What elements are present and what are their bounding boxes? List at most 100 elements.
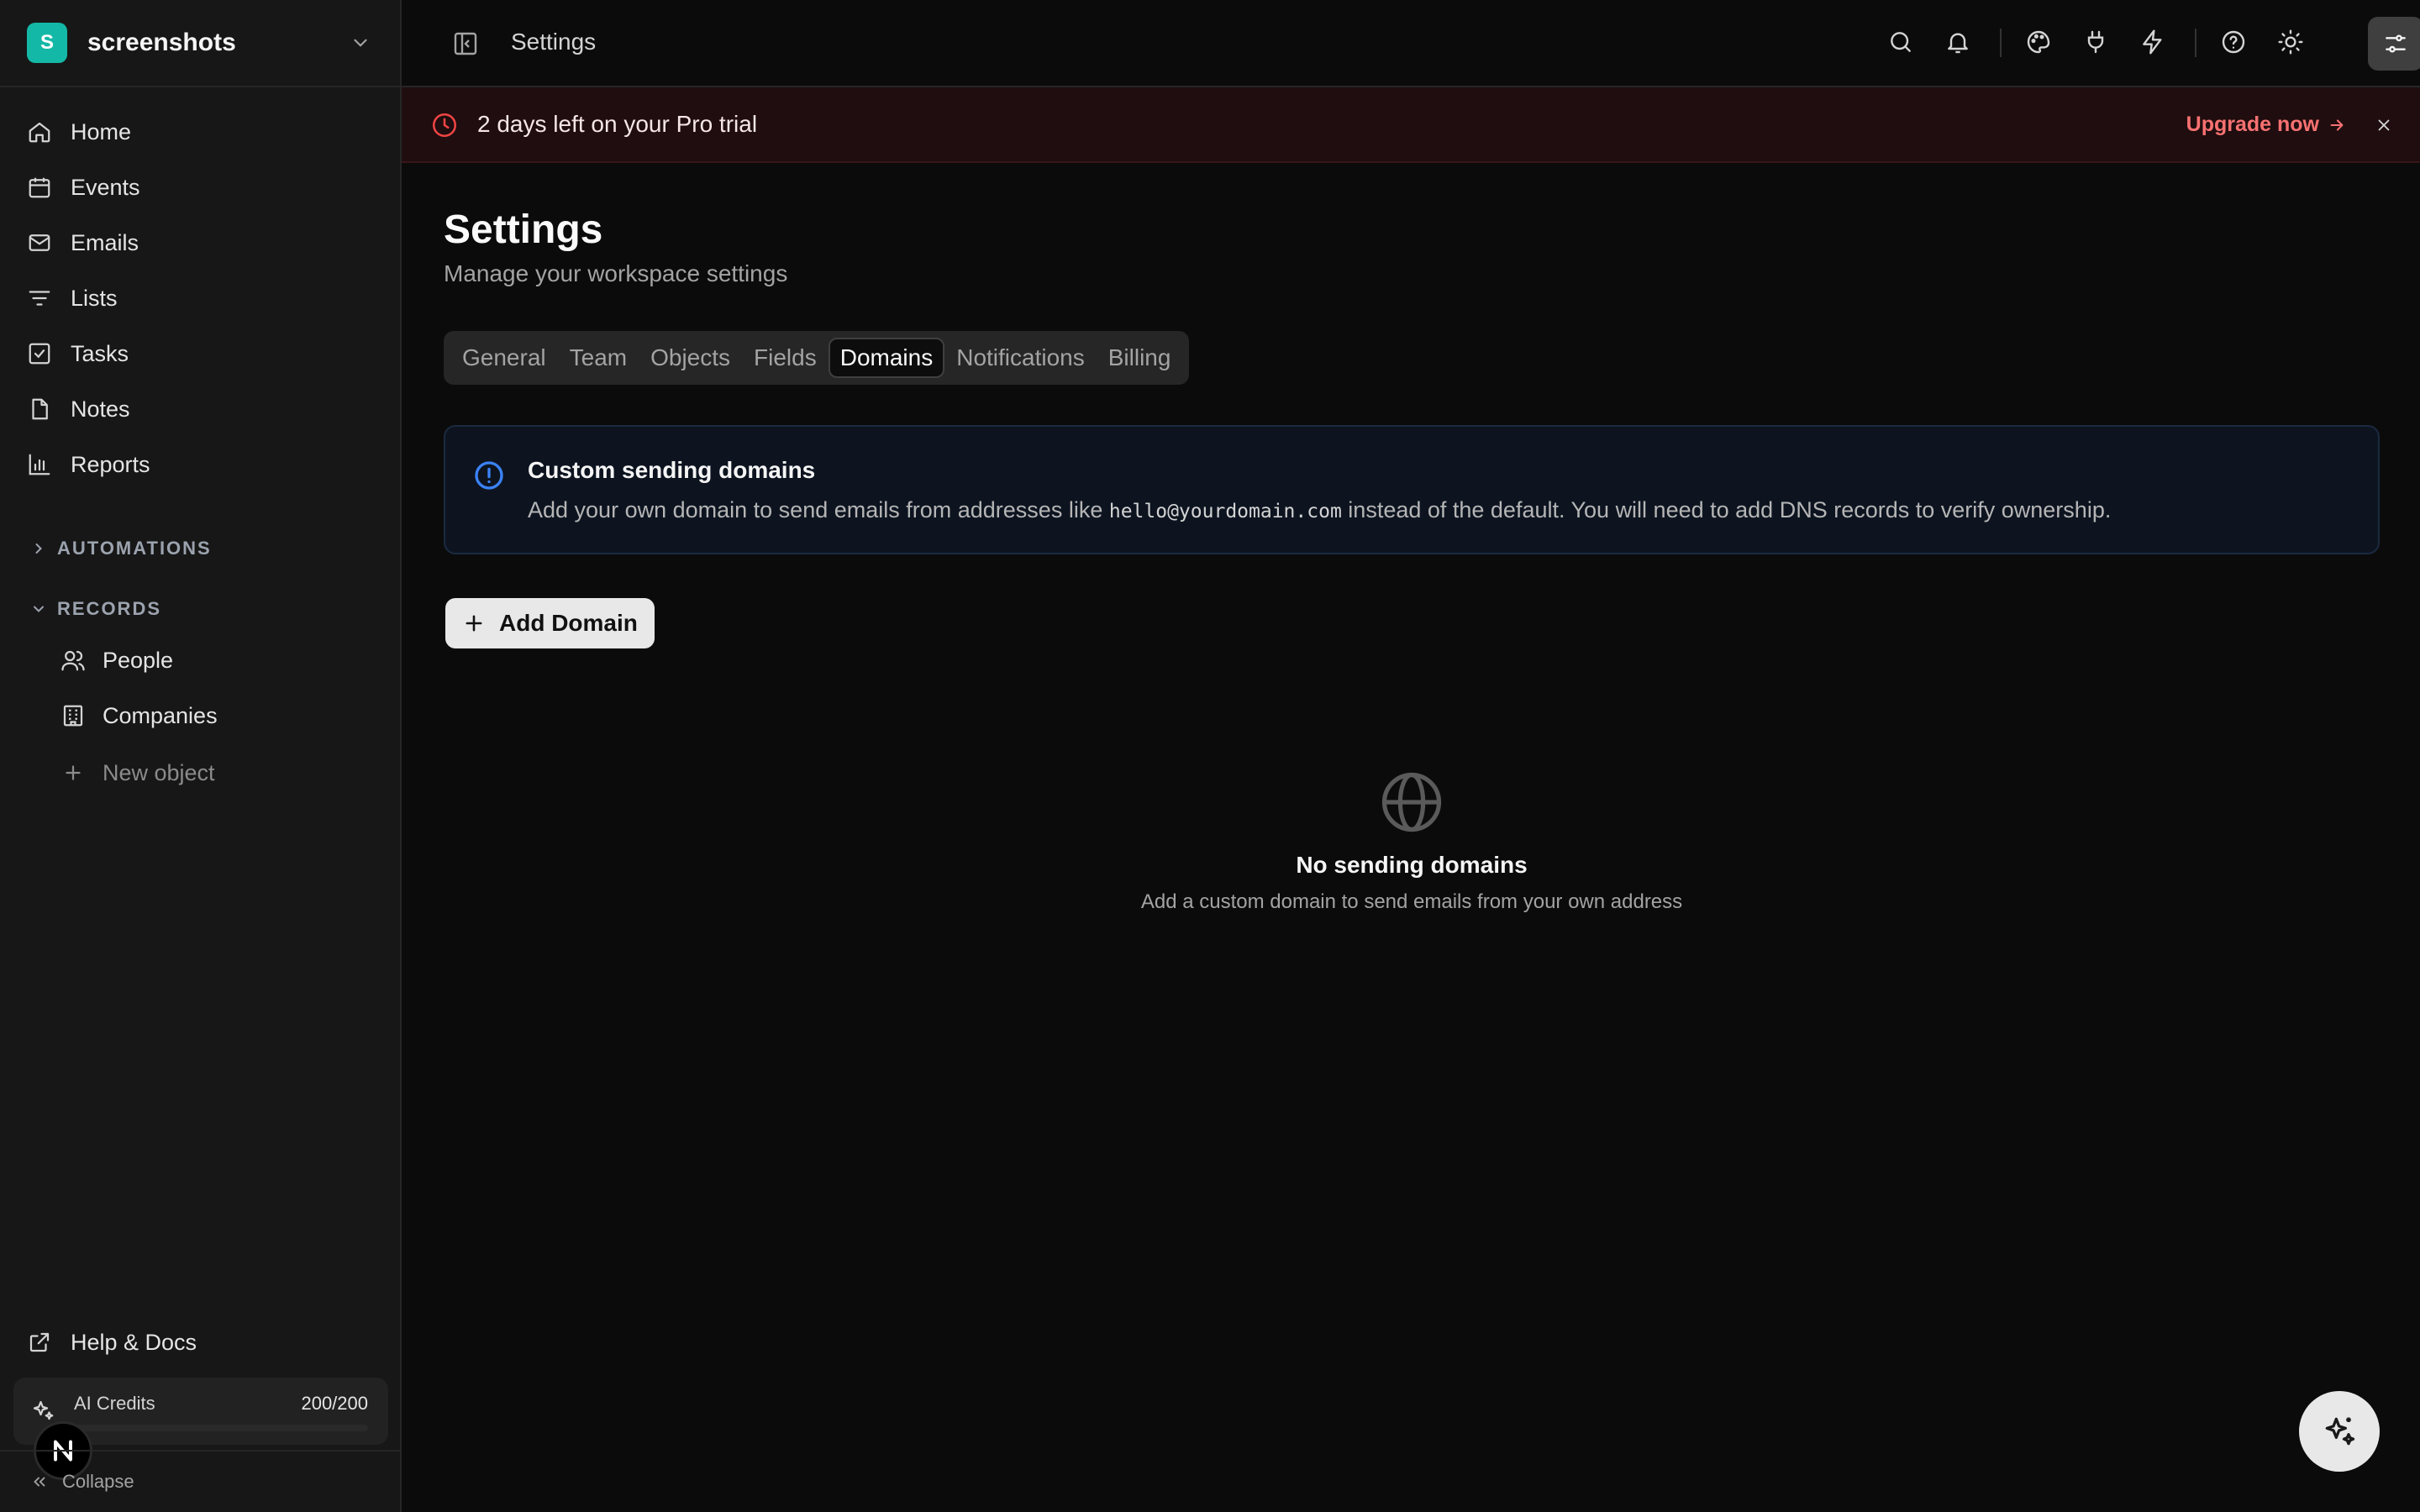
sparkles-icon: [30, 1398, 55, 1423]
ai-credits-value: 200/200: [301, 1393, 368, 1414]
records-label-companies: Companies: [103, 702, 218, 728]
records-section-toggle[interactable]: RECORDS: [30, 598, 161, 620]
help-docs-link[interactable]: Help & Docs: [27, 1322, 197, 1362]
tab-team[interactable]: Team: [558, 338, 639, 378]
tab-fields[interactable]: Fields: [742, 338, 829, 378]
bar-chart-icon: [27, 452, 71, 477]
calendar-icon: [27, 175, 71, 200]
settings-sliders-button[interactable]: [2368, 17, 2420, 71]
checkbox-icon: [27, 341, 71, 366]
plus-icon: [60, 760, 103, 785]
page-title: Settings: [444, 207, 603, 252]
ai-credits-progress: [74, 1425, 368, 1431]
bell-icon[interactable]: [1943, 27, 1973, 57]
chevron-right-icon: [30, 540, 57, 557]
toolbar-divider: [2000, 29, 2002, 57]
workspace-name: screenshots: [87, 29, 236, 56]
ai-assistant-button[interactable]: [2299, 1391, 2380, 1472]
help-docs-label: Help & Docs: [71, 1329, 197, 1355]
tab-domains[interactable]: Domains: [828, 338, 945, 378]
topbar: Settings: [402, 0, 2420, 87]
empty-state-subtitle: Add a custom domain to send emails from …: [1140, 890, 1683, 913]
info-body: Add your own domain to send emails from …: [528, 497, 2111, 523]
nav-item-emails[interactable]: Emails: [0, 215, 400, 270]
main-nav: Home Events Emails Lists Tasks Notes Rep…: [0, 104, 400, 492]
nav-label: Reports: [71, 451, 150, 477]
chevron-down-icon: [350, 32, 371, 54]
upgrade-now-link[interactable]: Upgrade now: [2186, 113, 2346, 137]
home-icon: [27, 119, 71, 144]
records-label-people: People: [103, 647, 174, 673]
add-domain-label: Add Domain: [499, 610, 638, 636]
records-label: RECORDS: [57, 598, 162, 619]
nav-label: Tasks: [71, 340, 129, 366]
nav-label: Home: [71, 118, 132, 144]
sliders-icon: [2382, 30, 2409, 57]
tab-general[interactable]: General: [450, 338, 558, 378]
nav-label: Notes: [71, 396, 130, 422]
plus-icon: [462, 612, 499, 635]
sidebar: S screenshots Home Events Emails Lists T…: [0, 0, 402, 1512]
upgrade-now-label: Upgrade now: [2186, 113, 2319, 136]
settings-tabs: General Team Objects Fields Domains Noti…: [444, 331, 1190, 385]
add-domain-button[interactable]: Add Domain: [445, 598, 655, 648]
trial-banner: 2 days left on your Pro trial Upgrade no…: [402, 87, 2420, 163]
search-icon[interactable]: [1886, 27, 1916, 57]
toolbar-divider: [2195, 29, 2196, 57]
collapse-sidebar-button[interactable]: Collapse: [0, 1450, 400, 1512]
automations-label: AUTOMATIONS: [57, 538, 212, 559]
chevron-down-icon: [30, 601, 57, 617]
nav-label: Lists: [71, 285, 118, 311]
nav-item-notes[interactable]: Notes: [0, 381, 400, 437]
workspace-switcher[interactable]: S screenshots: [0, 0, 400, 87]
info-body-after: instead of the default. You will need to…: [1341, 497, 2112, 522]
lightning-icon[interactable]: [2138, 27, 2168, 57]
ai-credits-label: AI Credits: [74, 1393, 155, 1414]
example-address: hello@yourdomain.com: [1108, 501, 1342, 522]
alert-circle-icon: [472, 459, 506, 492]
records-item-companies[interactable]: Companies: [60, 690, 218, 741]
trial-banner-text: 2 days left on your Pro trial: [477, 111, 758, 137]
tab-objects[interactable]: Objects: [639, 338, 742, 378]
workspace-logo: S: [27, 23, 67, 63]
sun-icon[interactable]: [2275, 27, 2306, 57]
sparkles-icon: [2321, 1413, 2358, 1450]
mail-icon: [27, 230, 71, 255]
nav-label: Events: [71, 174, 140, 200]
ai-credits-progress-fill: [74, 1425, 368, 1431]
new-object-label: New object: [103, 759, 215, 785]
info-body-before: Add your own domain to send emails from …: [528, 497, 1109, 522]
automations-section-toggle[interactable]: AUTOMATIONS: [30, 538, 212, 559]
topbar-title: Settings: [511, 29, 597, 55]
palette-icon[interactable]: [2023, 27, 2054, 57]
file-icon: [27, 396, 71, 422]
nav-item-events[interactable]: Events: [0, 160, 400, 215]
tab-notifications[interactable]: Notifications: [944, 338, 1097, 378]
plug-icon[interactable]: [2081, 27, 2111, 57]
nav-item-home[interactable]: Home: [0, 104, 400, 160]
nav-label: Emails: [71, 229, 139, 255]
custom-domains-info-card: Custom sending domains Add your own doma…: [444, 425, 2380, 554]
help-circle-icon[interactable]: [2218, 27, 2249, 57]
nav-item-tasks[interactable]: Tasks: [0, 326, 400, 381]
new-object-button[interactable]: New object: [60, 748, 215, 798]
clock-icon: [430, 111, 459, 139]
external-link-icon: [27, 1330, 71, 1355]
empty-state-title: No sending domains: [1296, 852, 1528, 878]
sidebar-toggle-icon[interactable]: [452, 30, 479, 57]
empty-state: No sending domains Add a custom domain t…: [444, 769, 2380, 914]
collapse-label: Collapse: [62, 1471, 134, 1492]
nav-item-reports[interactable]: Reports: [0, 437, 400, 492]
filter-lines-icon: [27, 286, 71, 311]
settings-page: Settings Manage your workspace settings …: [402, 165, 2420, 1512]
info-title: Custom sending domains: [528, 457, 816, 483]
users-icon: [60, 648, 103, 673]
records-item-people[interactable]: People: [60, 635, 173, 685]
arrow-right-icon: [2319, 116, 2346, 134]
building-icon: [60, 703, 103, 728]
nav-item-lists[interactable]: Lists: [0, 270, 400, 326]
globe-icon: [1379, 769, 1444, 835]
tab-billing[interactable]: Billing: [1097, 338, 1183, 378]
chevrons-left-icon: [30, 1473, 62, 1491]
close-icon[interactable]: [2375, 116, 2393, 134]
